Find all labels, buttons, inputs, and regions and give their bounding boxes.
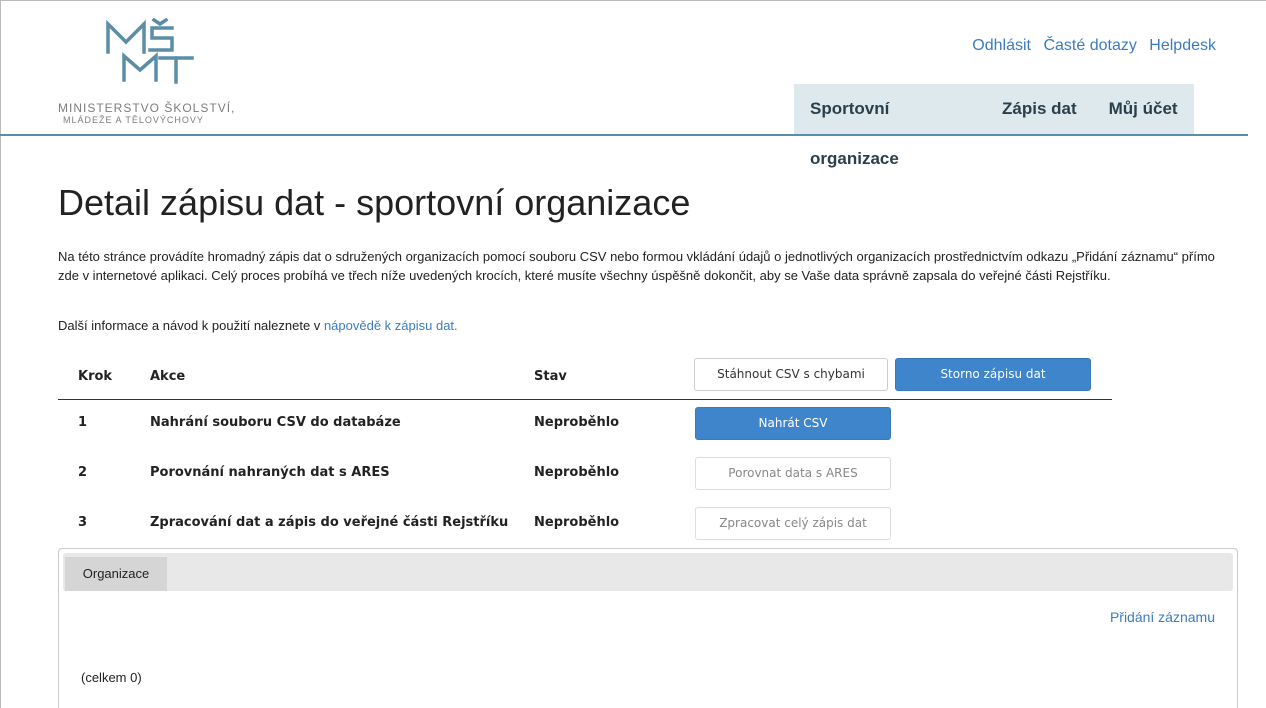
header-status: Stav	[534, 369, 567, 384]
logo-text-line2: MLÁDEŽE A TĚLOVÝCHOVY	[63, 115, 204, 125]
faq-link[interactable]: Časté dotazy	[1043, 37, 1136, 54]
table-row: 2 Porovnání nahraných dat s ARES Neprobě…	[58, 451, 1112, 497]
help-prefix: Další informace a návod k použití nalezn…	[58, 318, 324, 333]
header-step: Krok	[78, 369, 113, 384]
step-status: Neproběhlo	[534, 415, 620, 430]
step-number: 2	[78, 465, 88, 480]
intro-text: Na této stránce provádíte hromadný zápis…	[58, 249, 1215, 283]
nav-my-account[interactable]: Můj účet	[1093, 84, 1194, 134]
msmt-logo-mark-icon	[106, 17, 194, 84]
logout-link[interactable]: Odhlásit	[972, 37, 1031, 54]
add-record-link[interactable]: Přidání záznamu	[1110, 609, 1215, 625]
step-number: 3	[78, 515, 88, 530]
nav-data-entry[interactable]: Zápis dat	[986, 84, 1093, 134]
msmt-logo[interactable]	[96, 17, 216, 95]
site-header: MINISTERSTVO ŠKOLSTVÍ, MLÁDEŽE A TĚLOVÝC…	[0, 0, 1248, 168]
main-nav: Sportovní organizace Zápis dat Můj účet	[794, 84, 1194, 168]
organizations-panel: Organizace Přidání záznamu (celkem 0)	[58, 548, 1238, 708]
logo-text-line1: MINISTERSTVO ŠKOLSTVÍ,	[58, 101, 236, 115]
step-status: Neproběhlo	[534, 465, 620, 480]
header-action: Akce	[150, 369, 186, 384]
cancel-data-entry-button[interactable]: Storno zápisu dat	[895, 358, 1091, 391]
compare-ares-button[interactable]: Porovnat data s ARES	[695, 457, 891, 490]
top-links: Odhlásit Časté dotazy Helpdesk	[964, 37, 1216, 55]
step-action: Zpracování dat a zápis do veřejné části …	[150, 515, 509, 530]
steps-table-header: Krok Akce Stav Stáhnout CSV s chybami St…	[58, 355, 1112, 400]
nav-sports-organizations[interactable]: Sportovní organizace	[794, 84, 986, 168]
page-title: Detail zápisu dat - sportovní organizace	[58, 182, 691, 223]
process-entry-button[interactable]: Zpracovat celý zápis dat	[695, 507, 891, 540]
step-action: Nahrání souboru CSV do databáze	[150, 415, 401, 430]
step-number: 1	[78, 415, 88, 430]
step-status: Neproběhlo	[534, 515, 620, 530]
help-text: Další informace a návod k použití nalezn…	[58, 318, 458, 333]
download-errors-csv-button[interactable]: Stáhnout CSV s chybami	[694, 358, 888, 391]
upload-csv-button[interactable]: Nahrát CSV	[695, 407, 891, 440]
total-count: (celkem 0)	[81, 670, 142, 685]
tab-organizations[interactable]: Organizace	[65, 557, 167, 591]
tab-bar: Organizace	[63, 553, 1233, 591]
table-row: 1 Nahrání souboru CSV do databáze Neprob…	[58, 401, 1112, 447]
table-row: 3 Zpracování dat a zápis do veřejné část…	[58, 501, 1112, 547]
help-link[interactable]: nápovědě k zápisu dat.	[324, 318, 458, 333]
helpdesk-link[interactable]: Helpdesk	[1149, 37, 1216, 54]
step-action: Porovnání nahraných dat s ARES	[150, 465, 390, 480]
